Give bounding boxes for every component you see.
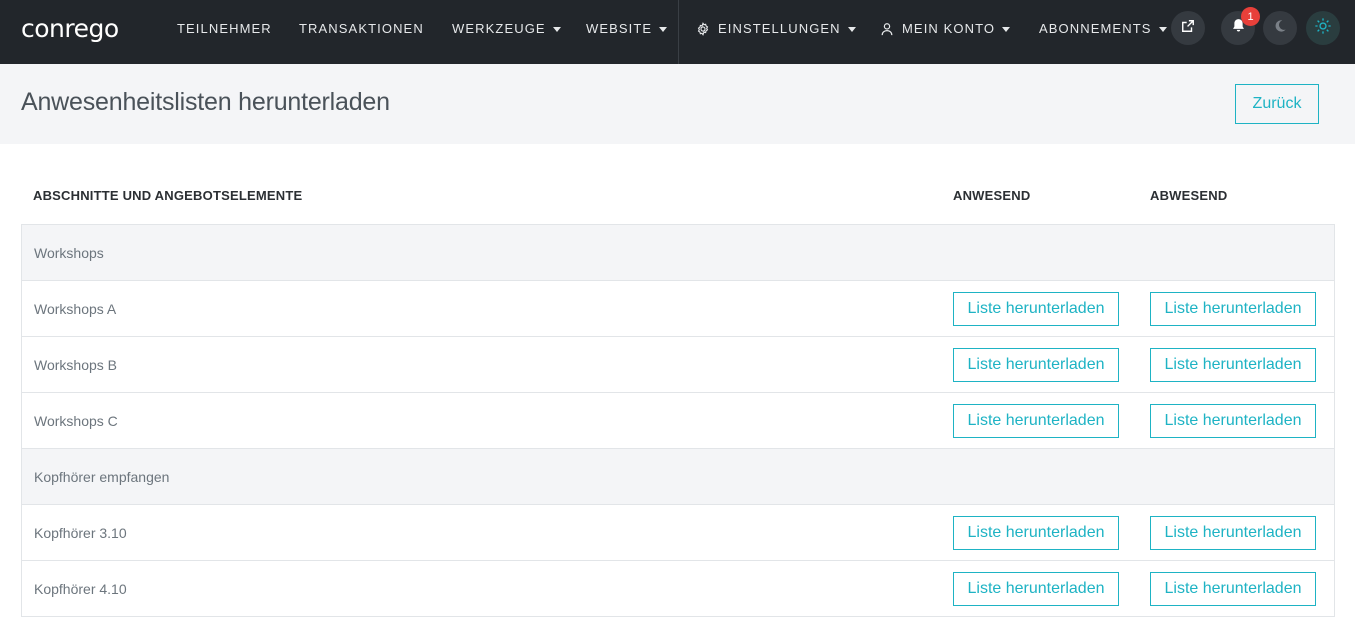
row-label: Kopfhörer empfangen bbox=[34, 468, 170, 485]
chevron-down-icon bbox=[552, 26, 561, 32]
row-label: Workshops C bbox=[34, 412, 118, 429]
external-link-button[interactable] bbox=[1171, 11, 1205, 45]
nav-item-label: EINSTELLUNGEN bbox=[718, 21, 841, 36]
nav-item-website[interactable]: WEBSITE bbox=[586, 0, 668, 57]
table-header: ABSCHNITTE UND ANGEBOTSELEMENTE ANWESEND… bbox=[21, 168, 1335, 225]
back-button[interactable]: Zurück bbox=[1235, 84, 1319, 124]
download-absent-list-button[interactable]: Liste herunterladen bbox=[1150, 572, 1316, 606]
row-label: Kopfhörer 4.10 bbox=[34, 580, 127, 597]
column-header-sections: ABSCHNITTE UND ANGEBOTSELEMENTE bbox=[33, 188, 303, 203]
attendance-lists-table: ABSCHNITTE UND ANGEBOTSELEMENTE ANWESEND… bbox=[21, 168, 1335, 617]
table-row: Workshops A Liste herunterladen Liste he… bbox=[21, 281, 1335, 337]
download-present-list-button[interactable]: Liste herunterladen bbox=[953, 404, 1119, 438]
nav-item-werkzeuge[interactable]: WERKZEUGE bbox=[452, 0, 561, 57]
download-present-list-button[interactable]: Liste herunterladen bbox=[953, 292, 1119, 326]
download-present-list-button[interactable]: Liste herunterladen bbox=[953, 516, 1119, 550]
table-row: Workshops B Liste herunterladen Liste he… bbox=[21, 337, 1335, 393]
light-mode-toggle[interactable] bbox=[1306, 11, 1340, 45]
nav-item-transaktionen[interactable]: TRANSAKTIONEN bbox=[299, 0, 424, 57]
nav-item-teilnehmer[interactable]: TEILNEHMER bbox=[177, 0, 272, 57]
moon-icon bbox=[1273, 19, 1287, 38]
dark-mode-toggle[interactable] bbox=[1263, 11, 1297, 45]
chevron-down-icon bbox=[659, 26, 668, 32]
table-row: Workshops C Liste herunterladen Liste he… bbox=[21, 393, 1335, 449]
row-label: Kopfhörer 3.10 bbox=[34, 524, 127, 541]
download-present-list-button[interactable]: Liste herunterladen bbox=[953, 348, 1119, 382]
nav-item-label: WEBSITE bbox=[586, 21, 653, 36]
page-title: Anwesenheitslisten herunterladen bbox=[21, 88, 390, 116]
table-group-row: Workshops bbox=[21, 225, 1335, 281]
download-absent-list-button[interactable]: Liste herunterladen bbox=[1150, 404, 1316, 438]
sun-icon bbox=[1314, 17, 1332, 40]
nav-item-abonnements[interactable]: ABONNEMENTS bbox=[1039, 0, 1167, 57]
row-label: Workshops bbox=[34, 244, 104, 261]
nav-item-label: TEILNEHMER bbox=[177, 21, 272, 36]
top-navbar: conrego TEILNEHMER TRANSAKTIONEN WERKZEU… bbox=[0, 0, 1355, 64]
nav-item-einstellungen[interactable]: EINSTELLUNGEN bbox=[696, 0, 856, 57]
column-header-present: ANWESEND bbox=[953, 188, 1031, 203]
download-absent-list-button[interactable]: Liste herunterladen bbox=[1150, 516, 1316, 550]
user-icon bbox=[880, 22, 894, 36]
row-label: Workshops A bbox=[34, 300, 117, 317]
chevron-down-icon bbox=[1002, 26, 1011, 32]
nav-item-mein-konto[interactable]: MEIN KONTO bbox=[880, 0, 1011, 57]
gear-icon bbox=[696, 21, 710, 36]
table-group-row: Kopfhörer empfangen bbox=[21, 449, 1335, 505]
nav-divider bbox=[678, 0, 679, 64]
brand-logo-text: conrego bbox=[21, 14, 119, 43]
chevron-down-icon bbox=[1158, 26, 1167, 32]
download-absent-list-button[interactable]: Liste herunterladen bbox=[1150, 348, 1316, 382]
chevron-down-icon bbox=[847, 26, 856, 32]
nav-item-label: WERKZEUGE bbox=[452, 21, 546, 36]
download-absent-list-button[interactable]: Liste herunterladen bbox=[1150, 292, 1316, 326]
nav-item-label: ABONNEMENTS bbox=[1039, 21, 1152, 36]
row-label: Workshops B bbox=[34, 356, 117, 373]
table-row: Kopfhörer 3.10 Liste herunterladen Liste… bbox=[21, 505, 1335, 561]
brand-logo[interactable]: conrego bbox=[21, 14, 119, 44]
nav-item-label: TRANSAKTIONEN bbox=[299, 21, 424, 36]
download-present-list-button[interactable]: Liste herunterladen bbox=[953, 572, 1119, 606]
external-link-icon bbox=[1181, 19, 1195, 38]
column-header-absent: ABWESEND bbox=[1150, 188, 1228, 203]
page-header: Anwesenheitslisten herunterladen Zurück bbox=[0, 64, 1355, 144]
nav-item-label: MEIN KONTO bbox=[902, 21, 996, 36]
notification-count-badge: 1 bbox=[1241, 7, 1260, 26]
table-row: Kopfhörer 4.10 Liste herunterladen Liste… bbox=[21, 561, 1335, 617]
